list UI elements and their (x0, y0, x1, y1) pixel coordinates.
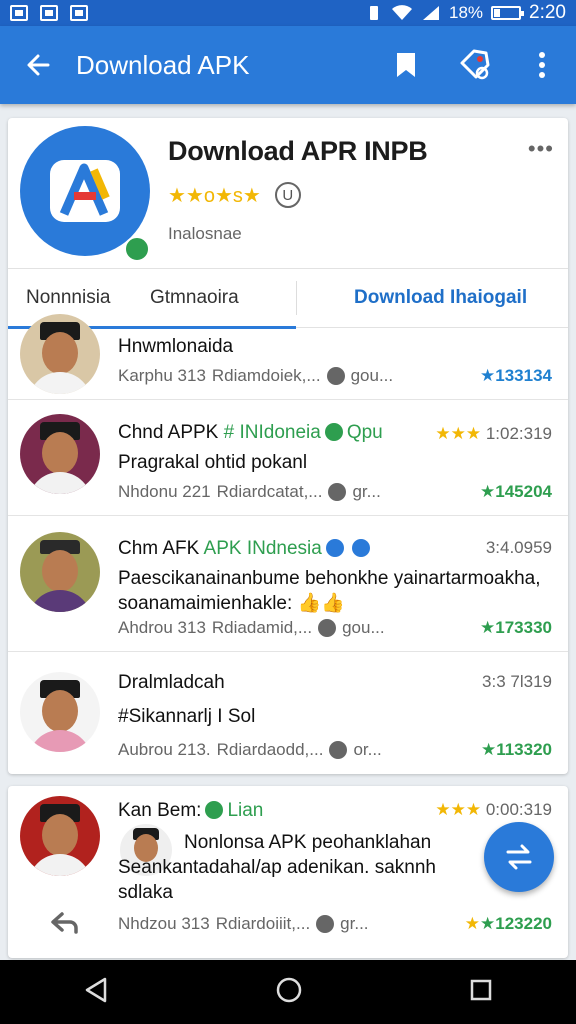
nav-home-button[interactable] (275, 976, 303, 1009)
tag-button[interactable] (440, 26, 508, 104)
app-logo-icon (50, 160, 120, 222)
rating-badge: U (274, 182, 301, 208)
camera-icon (316, 915, 335, 933)
avatar (20, 672, 100, 752)
bookmark-icon (397, 53, 415, 77)
reply-icon (51, 912, 78, 934)
post-message: Paescikanainanbume behonkhe yainartarmoa… (118, 568, 541, 614)
post-message: Nonlonsa APK peohanklahan Seankantadahal… (118, 832, 436, 903)
card-more-icon[interactable]: ••• (528, 136, 554, 162)
app-subtitle: Inalosnae (168, 224, 242, 243)
avatar (20, 532, 100, 612)
clock-icon (326, 367, 345, 385)
list-item[interactable]: Hnwmlonaida Karphu 313 Rdiamdoiek,... go… (8, 314, 568, 400)
system-nav-bar (0, 960, 576, 1024)
tab-nonnnisia[interactable]: Nonnnisia (26, 287, 111, 309)
nav-recents-button[interactable] (469, 978, 493, 1007)
back-button[interactable] (0, 26, 76, 104)
app-logo (20, 126, 150, 262)
post-meta: Nhdonu 221 Rdiardcatat,... gr... (118, 482, 381, 501)
more-options-button[interactable] (508, 26, 576, 104)
app-title: Download APR INPB (168, 136, 428, 166)
arrow-left-icon (27, 54, 50, 76)
image-icon (70, 5, 88, 21)
avatar (20, 414, 100, 494)
notification-icon (40, 5, 58, 21)
rating: ★★o★s★ U (168, 182, 301, 208)
post-score: ★145204 (480, 482, 552, 501)
status-bar: 18% 2:20 (0, 0, 576, 26)
app-bar: Download APK (0, 26, 576, 104)
list-item[interactable]: Chnd APPK # INIdoneia Qpu ★★★ 1:02:319 Pr… (8, 400, 568, 516)
signal-icon (422, 6, 439, 20)
app-bar-title: Download APK (76, 49, 250, 80)
post-meta: Karphu 313 Rdiamdoiek,... gou... (118, 366, 394, 385)
bookmark-button[interactable] (372, 26, 440, 104)
verified-badge-icon (351, 539, 370, 557)
share-fab-button[interactable] (484, 822, 554, 892)
battery-percent: 18% (448, 3, 484, 22)
tab-gtmnaoira[interactable]: Gtmnaoira (150, 287, 239, 309)
nav-back-button[interactable] (83, 976, 109, 1009)
tab-divider (296, 281, 297, 315)
square-recents-icon (470, 979, 492, 1000)
app-detail-card: Download APR INPB ★★o★s★ U Inalosnae •••… (8, 118, 568, 774)
post-author: Dralmladcah (118, 672, 225, 693)
reply-button[interactable] (50, 910, 80, 939)
post-score: ★173330 (480, 618, 552, 637)
verified-badge-icon (325, 539, 344, 557)
tab-bar: Nonnnisia Gtmnaoira Download Ihaiogail (8, 268, 568, 329)
clock-icon (318, 619, 337, 637)
verified-badge-icon (124, 236, 150, 262)
post-time: ★★★ 1:02:319 (435, 424, 552, 443)
triangle-back-icon (85, 977, 107, 1002)
post-author: Chm AFK APK INdnesia (118, 538, 374, 560)
clock: 2:20 (529, 2, 566, 23)
vibrate-icon (369, 6, 378, 20)
tab-download[interactable]: Download Ihaiogail (354, 287, 527, 309)
list-item[interactable]: Chm AFK APK INdnesia 3:4.0959 Paescikana… (8, 516, 568, 652)
clock-icon (329, 741, 348, 759)
post-card[interactable]: Kan Bem: Lian ★★★ 0:00:319 Nonlonsa APK p… (8, 786, 568, 958)
circle-home-icon (276, 977, 302, 1002)
post-author: Chnd APPK # INIdoneia Qpu (118, 422, 383, 443)
post-meta: Aubrou 213. Rdiardaodd,... or... (118, 740, 382, 759)
post-time: 3:4.0959 (485, 538, 552, 557)
swap-icon (506, 844, 532, 870)
post-meta: Nhdzou 313 Rdiardoiiit,... gr... (118, 914, 369, 933)
avatar (20, 314, 100, 394)
list-item[interactable]: Dralmladcah 3:3 7l319 #Sikannarlj I Sol … (8, 652, 568, 774)
post-score: ★113320 (480, 740, 552, 759)
post-time: 3:3 7l319 (482, 672, 552, 691)
avatar (20, 796, 100, 876)
battery-icon (491, 6, 525, 20)
post-score: ★★123220 (464, 914, 552, 933)
verified-badge-icon (205, 801, 224, 819)
post-time: ★★★ 0:00:319 (435, 800, 552, 819)
app-header: Download APR INPB ★★o★s★ U Inalosnae ••• (8, 118, 568, 268)
rating-stars: ★★o★s★ (168, 184, 261, 207)
post-author: Kan Bem: Lian (118, 800, 264, 821)
post-meta: Ahdrou 313 Rdiadamid,... gou... (118, 618, 385, 637)
post-message: #Sikannarlj I Sol (118, 706, 256, 727)
camera-icon (328, 483, 347, 501)
verified-badge-icon (324, 423, 343, 441)
post-score: ★133134 (480, 366, 552, 385)
post-author: Hnwmlonaida (118, 336, 234, 357)
notification-icon (10, 5, 28, 21)
post-message: Pragrakal ohtid pokanl (118, 452, 308, 473)
wifi-icon (391, 5, 412, 20)
tag-icon (460, 49, 490, 80)
more-vert-icon (539, 52, 545, 78)
